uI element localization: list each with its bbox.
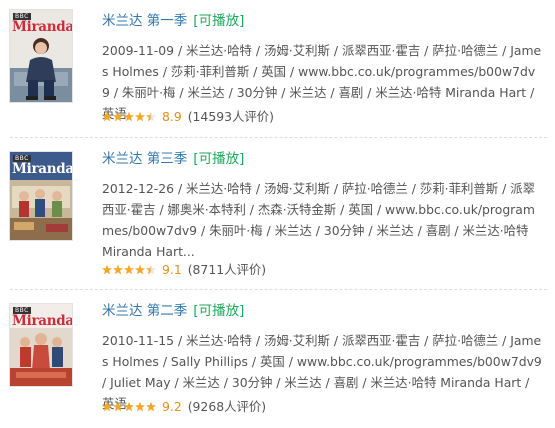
star-icon xyxy=(113,111,123,122)
star-icon xyxy=(113,401,123,412)
cover-image[interactable]: BBC Miranda xyxy=(10,10,72,102)
rating-votes[interactable]: (9268人评价) xyxy=(188,399,266,414)
rating-score: 8.9 xyxy=(162,109,182,124)
rating: 9.2 (9268人评价) xyxy=(102,399,266,415)
rating: 8.9 (14593人评价) xyxy=(102,109,274,125)
star-icon xyxy=(113,264,123,275)
star-icon xyxy=(124,111,134,122)
title-line: 米兰达 第一季 [可播放] xyxy=(102,12,244,30)
title-link[interactable]: 米兰达 第二季 xyxy=(102,303,187,319)
title-line: 米兰达 第三季 [可播放] xyxy=(102,150,244,168)
subject-list: BBC Miranda 米兰达 第一季 [可播放] 2009-11-09 / 米兰… xyxy=(0,0,555,428)
rating: 9.1 (8711人评价) xyxy=(102,262,266,278)
list-item: BBC Miranda 米兰达 第二季 [可播放] 2010-11-15 / 米兰… xyxy=(0,290,555,428)
cover-image[interactable]: BBC Miranda xyxy=(10,152,72,240)
star-icon xyxy=(102,264,112,275)
rating-score: 9.2 xyxy=(162,399,182,414)
rating-stars xyxy=(102,109,156,125)
cover-title: Miranda xyxy=(12,161,72,177)
title-link[interactable]: 米兰达 第一季 xyxy=(102,13,187,29)
rating-stars xyxy=(102,262,156,278)
star-icon xyxy=(124,264,134,275)
star-icon xyxy=(135,111,145,122)
cover-image[interactable]: BBC Miranda xyxy=(10,304,72,386)
star-icon xyxy=(146,401,156,412)
star-icon xyxy=(135,401,145,412)
list-item: BBC Miranda 米兰达 第一季 [可播放] 2009-11-09 / 米兰… xyxy=(0,0,555,138)
title-line: 米兰达 第二季 [可播放] xyxy=(102,302,244,320)
list-item: BBC Miranda 米兰达 第三季 [可播放] 2012-12-26 / 米兰… xyxy=(0,138,555,290)
star-icon xyxy=(135,264,145,275)
rating-votes[interactable]: (14593人评价) xyxy=(188,109,274,124)
rating-score: 9.1 xyxy=(162,262,182,277)
rating-stars xyxy=(102,399,156,415)
playable-link[interactable]: [可播放] xyxy=(193,13,244,29)
title-link[interactable]: 米兰达 第三季 xyxy=(102,151,187,167)
playable-link[interactable]: [可播放] xyxy=(193,151,244,167)
star-icon xyxy=(102,401,112,412)
cover-title: Miranda xyxy=(12,313,72,329)
star-icon xyxy=(124,401,134,412)
rating-votes[interactable]: (8711人评价) xyxy=(188,262,266,277)
playable-link[interactable]: [可播放] xyxy=(193,303,244,319)
star-icon xyxy=(102,111,112,122)
cover-title: Miranda xyxy=(12,19,72,35)
meta-text: 2012-12-26 / 米兰达·哈特 / 汤姆·艾利斯 / 萨拉·哈德兰 / … xyxy=(102,181,536,259)
